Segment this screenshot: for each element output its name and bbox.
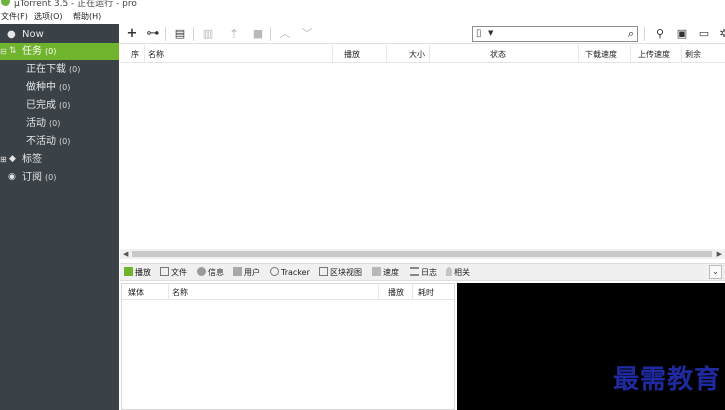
title-bar: μTorrent 3.5 - 正在运行 - pro xyxy=(0,0,725,10)
toolbar-separator xyxy=(270,27,271,41)
torrent-list[interactable] xyxy=(120,63,725,249)
add-link-icon[interactable]: ⊶ xyxy=(145,26,161,42)
media-panel: 媒体 名称 播放 耗时 xyxy=(121,283,455,410)
tab-related[interactable]: 相关 xyxy=(446,266,470,280)
scroll-left-icon[interactable]: ◀ xyxy=(123,249,128,259)
column-divider xyxy=(578,45,579,63)
search-box[interactable]: ▯ ▼ ⌕ xyxy=(472,26,638,42)
column-divider xyxy=(144,45,145,63)
sidebar-item-active[interactable]: 活动 (0) xyxy=(0,115,119,132)
chart-icon xyxy=(372,267,381,276)
torrents-icon: ⇅ xyxy=(9,46,17,56)
folder-icon xyxy=(160,267,169,276)
sidebar-item-downloading[interactable]: 正在下载 (0) xyxy=(0,61,119,78)
move-up-icon[interactable]: ︿ xyxy=(277,26,293,42)
tab-files[interactable]: 文件 xyxy=(160,266,187,280)
chevron-down-icon[interactable]: ▼ xyxy=(488,29,493,37)
move-down-icon[interactable]: ﹀ xyxy=(299,26,315,42)
search-provider-icon[interactable]: ▯ xyxy=(476,28,482,39)
column-header[interactable]: 状态 xyxy=(490,49,506,60)
tracker-icon xyxy=(270,267,279,276)
bulb-icon xyxy=(446,267,452,276)
column-divider xyxy=(630,45,631,63)
pieces-icon xyxy=(319,267,328,276)
column-divider xyxy=(681,45,682,63)
toolbar-separator xyxy=(644,27,645,41)
log-icon xyxy=(410,267,419,276)
play-icon xyxy=(124,267,133,276)
tab-info[interactable]: 信息 xyxy=(197,266,224,280)
rss-icon: ◉ xyxy=(8,172,16,182)
search-input[interactable] xyxy=(497,28,621,40)
column-divider xyxy=(412,284,413,300)
tab-logger[interactable]: 日志 xyxy=(410,266,437,280)
sidebar-item-torrents[interactable]: ⊟ ⇅ 任务 (0) xyxy=(0,43,119,60)
column-divider xyxy=(378,284,379,300)
column-header[interactable]: 名称 xyxy=(148,49,164,60)
globe-icon: ● xyxy=(7,29,16,40)
tab-play[interactable]: 播放 xyxy=(124,266,151,280)
tab-trackers[interactable]: Tracker xyxy=(270,266,310,280)
column-header[interactable]: 播放 xyxy=(388,287,404,298)
media-panel-header: 媒体 名称 播放 耗时 xyxy=(122,284,454,300)
search-icon[interactable]: ⌕ xyxy=(628,27,634,41)
expand-icon: ⊞ xyxy=(0,155,7,164)
menu-bar: 文件(F) 选项(O) 帮助(H) xyxy=(0,10,725,24)
chevron-down-icon[interactable]: ⌄ xyxy=(709,265,722,279)
column-header[interactable]: 名称 xyxy=(172,287,188,298)
delete-icon[interactable]: ▥ xyxy=(200,26,216,42)
remote-icon[interactable]: ▭ xyxy=(696,26,712,42)
sidebar-item-completed[interactable]: 已完成 (0) xyxy=(0,97,119,114)
horizontal-scrollbar[interactable]: ◀ ▶ xyxy=(120,249,725,259)
tag-icon: ◆ xyxy=(9,154,16,164)
sidebar-item-labels[interactable]: ⊞ ◆ 标签 xyxy=(0,151,119,168)
window-title: μTorrent 3.5 - 正在运行 - pro xyxy=(14,0,137,9)
column-header[interactable]: 下载速度 xyxy=(585,49,617,60)
tab-speed[interactable]: 速度 xyxy=(372,266,399,280)
sidebar-item-now[interactable]: ● Now xyxy=(0,26,119,43)
sidebar-item-inactive[interactable]: 不活动 (0) xyxy=(0,133,119,150)
watermark: 最需教育 xyxy=(612,365,721,395)
column-header[interactable]: 剩余 xyxy=(685,49,701,60)
chat-icon[interactable]: ▣ xyxy=(674,26,690,42)
column-header[interactable]: 大小 xyxy=(409,49,425,60)
sidebar-item-seeding[interactable]: 做种中 (0) xyxy=(0,79,119,96)
column-header[interactable]: 媒体 xyxy=(128,287,144,298)
users-icon xyxy=(233,267,242,276)
toolbar-separator xyxy=(165,27,166,41)
toolbar-separator xyxy=(193,27,194,41)
column-divider xyxy=(386,45,387,63)
create-torrent-icon[interactable]: ▤ xyxy=(172,26,188,42)
column-divider xyxy=(168,284,169,300)
column-header[interactable]: 播放 xyxy=(344,49,360,60)
collapse-icon: ⊟ xyxy=(0,47,7,56)
menu-file[interactable]: 文件(F) xyxy=(1,11,28,22)
toolbar: + ⊶ ▤ ▥ ⇡ ■ ︿ ﹀ ▯ ▼ ⌕ ⚲ ▣ ▭ ✲ xyxy=(120,24,725,44)
scrollbar-thumb[interactable] xyxy=(132,251,712,257)
start-icon[interactable]: ⇡ xyxy=(226,26,242,42)
scroll-right-icon[interactable]: ▶ xyxy=(717,249,722,259)
column-header[interactable]: 序 xyxy=(131,49,139,60)
location-pin-icon[interactable]: ⚲ xyxy=(652,26,668,42)
menu-options[interactable]: 选项(O) xyxy=(34,11,63,22)
app-logo-icon xyxy=(1,0,10,6)
tab-pieces[interactable]: 区块视图 xyxy=(319,266,362,280)
add-torrent-icon[interactable]: + xyxy=(124,26,140,42)
torrent-list-header: 序 名称 播放 大小 状态 下载速度 上传速度 剩余 xyxy=(120,45,725,63)
detail-tabs: 播放 文件 信息 用户 Tracker 区块视图 速度 日志 相关 ⌄ xyxy=(120,263,725,281)
column-header[interactable]: 上传速度 xyxy=(638,49,670,60)
column-divider xyxy=(332,45,333,63)
tab-peers[interactable]: 用户 xyxy=(233,266,260,280)
gear-icon[interactable]: ✲ xyxy=(716,26,725,42)
sidebar-item-feeds[interactable]: ◉ 订阅 (0) xyxy=(0,169,119,186)
sidebar: ● Now ⊟ ⇅ 任务 (0) 正在下载 (0) 做种中 (0) 已完成 (0) 活动… xyxy=(0,24,119,410)
menu-help[interactable]: 帮助(H) xyxy=(73,11,101,22)
info-icon xyxy=(197,267,206,276)
column-divider xyxy=(429,45,430,63)
column-header[interactable]: 耗时 xyxy=(418,287,434,298)
stop-icon[interactable]: ■ xyxy=(250,26,266,42)
